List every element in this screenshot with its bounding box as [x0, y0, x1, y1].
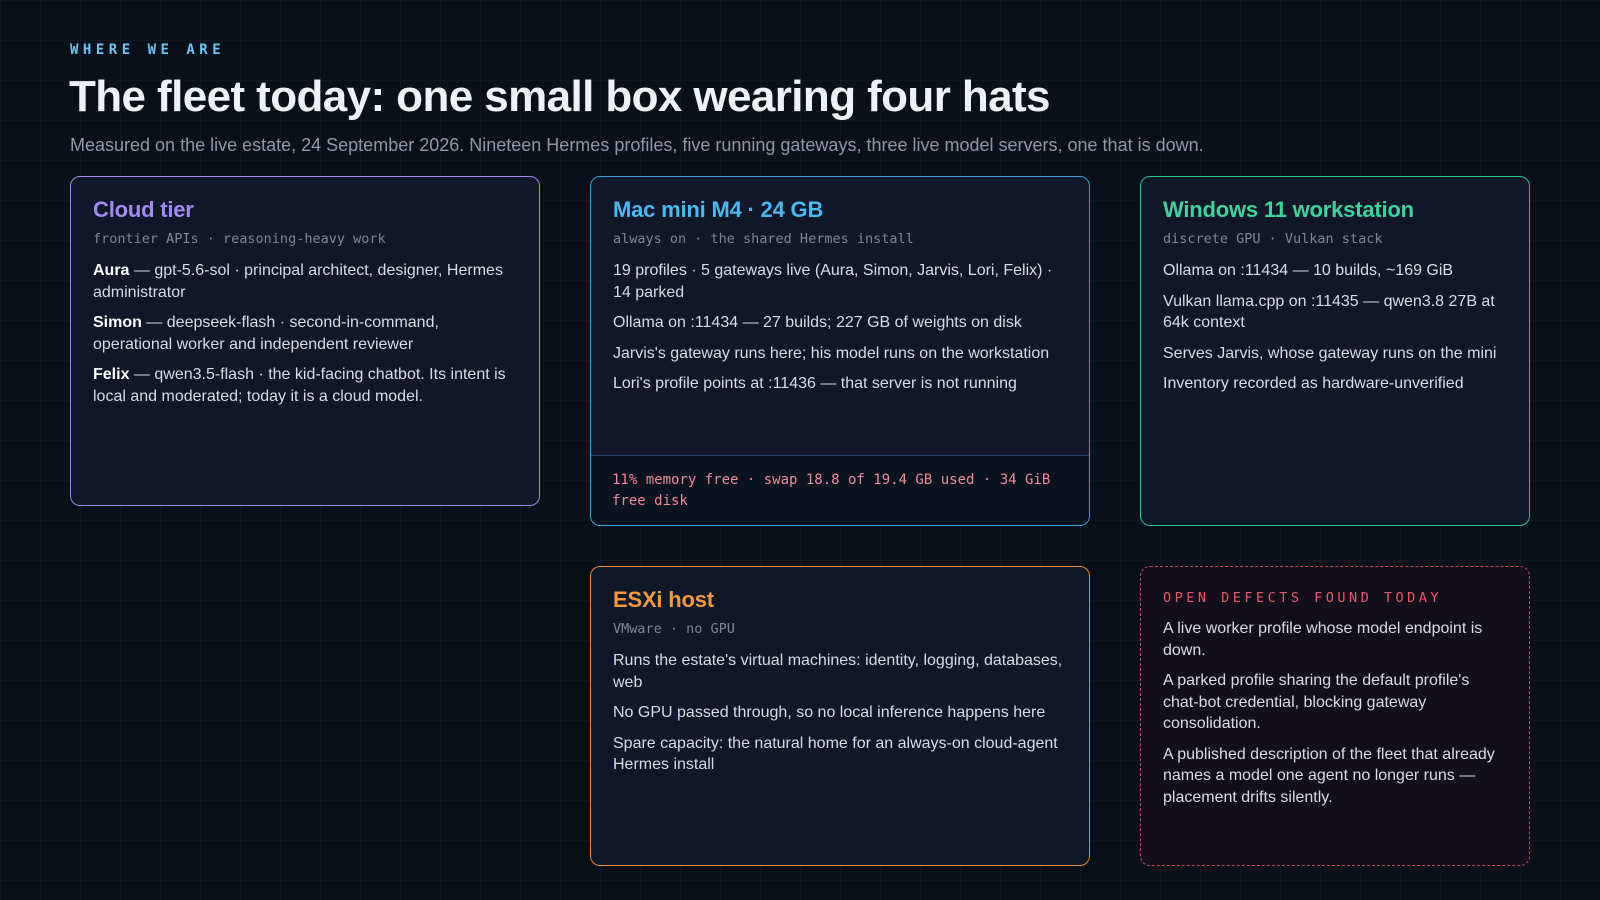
- card-title: Windows 11 workstation: [1163, 197, 1414, 222]
- card-items: 19 profiles · 5 gateways live (Aura, Sim…: [613, 260, 1067, 395]
- list-item: Runs the estate's virtual machines: iden…: [613, 652, 1063, 691]
- page-title: The fleet today: one small box wearing f…: [69, 72, 1051, 121]
- defect-items: A live worker profile whose model endpoi…: [1163, 618, 1507, 808]
- list-item: Serves Jarvis, whose gateway runs on the…: [1163, 344, 1497, 362]
- card-title: Cloud tier: [93, 197, 194, 222]
- list-item: Inventory recorded as hardware-unverifie…: [1163, 375, 1464, 392]
- section-eyebrow: WHERE WE ARE: [70, 42, 226, 58]
- windows-workstation-card: Windows 11 workstation discrete GPU · Vu…: [1140, 176, 1530, 526]
- agent-name: Simon: [93, 314, 142, 331]
- list-item: Ollama on :11434 — 10 builds, ~169 GiB: [1163, 262, 1454, 279]
- page-subtitle: Measured on the live estate, 24 Septembe…: [70, 135, 1204, 155]
- list-item: A parked profile sharing the default pro…: [1163, 672, 1470, 732]
- resource-status-footer: 11% memory free · swap 18.8 of 19.4 GB u…: [591, 455, 1089, 525]
- list-item: 19 profiles · 5 gateways live (Aura, Sim…: [613, 262, 1053, 301]
- list-item: Ollama on :11434 — 27 builds; 227 GB of …: [613, 314, 1022, 331]
- list-item: A live worker profile whose model endpoi…: [1163, 620, 1483, 659]
- agent-name: Aura: [93, 262, 130, 279]
- esxi-host-card: ESXi host VMware · no GPU Runs the estat…: [590, 566, 1090, 866]
- card-items: Runs the estate's virtual machines: iden…: [613, 650, 1067, 776]
- card-items: Ollama on :11434 — 10 builds, ~169 GiB V…: [1163, 260, 1507, 395]
- list-item: Jarvis's gateway runs here; his model ru…: [613, 344, 1050, 362]
- list-item: A published description of the fleet tha…: [1163, 745, 1495, 806]
- cloud-tier-card: Cloud tier frontier APIs · reasoning-hea…: [70, 176, 540, 506]
- card-meta: discrete GPU · Vulkan stack: [1163, 231, 1383, 247]
- list-item: No GPU passed through, so no local infer…: [613, 704, 1046, 721]
- mac-mini-card: Mac mini M4 · 24 GB always on · the shar…: [590, 176, 1090, 526]
- card-meta: VMware · no GPU: [613, 621, 735, 637]
- card-meta: always on · the shared Hermes install: [613, 231, 914, 247]
- card-meta: frontier APIs · reasoning-heavy work: [93, 231, 386, 247]
- card-items: Aura — gpt-5.6-sol · principal architect…: [93, 260, 517, 407]
- list-item: Spare capacity: the natural home for an …: [613, 734, 1058, 774]
- agent-name: Felix: [93, 366, 130, 383]
- list-item: Simon — deepseek-flash · second-in-comma…: [93, 314, 439, 353]
- list-item: Lori's profile points at :11436 — that s…: [613, 375, 1017, 392]
- open-defects-card: OPEN DEFECTS FOUND TODAY A live worker p…: [1140, 566, 1530, 866]
- list-item: Vulkan llama.cpp on :11435 — qwen3.8 27B…: [1163, 292, 1495, 332]
- defects-heading: OPEN DEFECTS FOUND TODAY: [1163, 590, 1443, 606]
- list-item: Aura — gpt-5.6-sol · principal architect…: [93, 262, 503, 301]
- card-title: Mac mini M4 · 24 GB: [613, 197, 824, 222]
- list-item: Felix — qwen3.5-flash · the kid-facing c…: [93, 366, 506, 405]
- card-title: ESXi host: [613, 587, 714, 612]
